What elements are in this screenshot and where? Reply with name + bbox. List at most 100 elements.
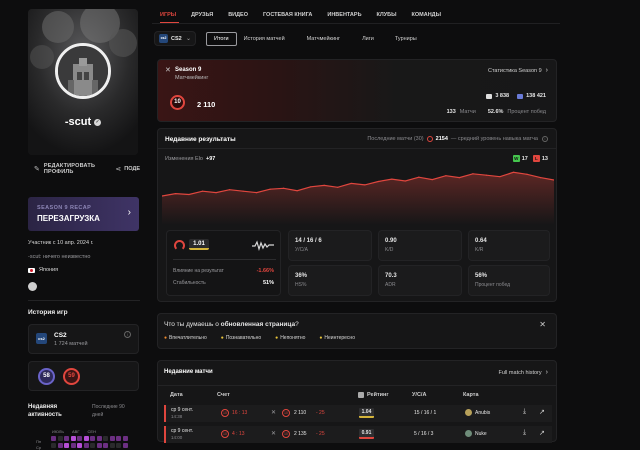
info-icon[interactable]: i bbox=[542, 136, 548, 142]
activity-cell bbox=[77, 443, 82, 448]
table-row[interactable]: ср 9 сент. 14:00 10 4 : 13 ✕ 10 2 135 - … bbox=[164, 426, 552, 443]
stat-kd-value: 0.90 bbox=[385, 238, 397, 244]
elo-point[interactable] bbox=[174, 192, 177, 195]
feedback-option-informative[interactable]: Познавательно bbox=[226, 335, 261, 341]
elo-point[interactable] bbox=[350, 182, 352, 185]
feedback-option-confusing[interactable]: Непонятно bbox=[280, 335, 305, 341]
stat-adr: 70.3 ADR bbox=[378, 265, 462, 296]
share-button[interactable]: ПОДЕ bbox=[124, 166, 140, 172]
elo-point[interactable] bbox=[269, 188, 271, 190]
elo-point[interactable] bbox=[364, 184, 366, 186]
subtab-matchmaking[interactable]: Матчмейкинг bbox=[307, 36, 340, 42]
info-icon[interactable]: i bbox=[124, 331, 131, 338]
country: Япония bbox=[39, 267, 59, 273]
download-icon[interactable]: ⤓ bbox=[523, 408, 526, 416]
season-close-icon[interactable]: ✕ bbox=[165, 66, 171, 74]
tab-guestbook[interactable]: ГОСТЕВАЯ КНИГА bbox=[263, 12, 312, 18]
tab-inventory[interactable]: ИНВЕНТАРЬ bbox=[327, 12, 361, 18]
season-stats-link[interactable]: Статистика Season 9 bbox=[488, 68, 542, 74]
game-history-cs2[interactable]: cs2 CS2 1 724 матчей i bbox=[28, 324, 139, 354]
elo-point[interactable] bbox=[539, 177, 542, 179]
stat-winrate: 56% Процент побед bbox=[468, 265, 550, 296]
activity-cell bbox=[70, 443, 76, 448]
elo-point[interactable] bbox=[485, 174, 488, 176]
elo-point[interactable] bbox=[228, 189, 231, 191]
activity-cell bbox=[90, 443, 95, 448]
map-icon bbox=[465, 409, 472, 416]
activity-months: ИЮЛЬ АВГ СЕН bbox=[52, 429, 96, 434]
tab-friends[interactable]: ДРУЗЬЯ bbox=[191, 12, 213, 18]
tab-teams[interactable]: КОМАНДЫ bbox=[412, 12, 441, 18]
activity-cell bbox=[109, 443, 115, 448]
subtab-summary[interactable]: Итоги bbox=[206, 31, 237, 46]
recent-results-title: Недавние результаты bbox=[165, 136, 236, 143]
match-score: 4 : 13 bbox=[232, 431, 245, 437]
elo-point[interactable] bbox=[256, 192, 258, 194]
season-matches-label: Матчи bbox=[459, 109, 476, 115]
level-badge-1: 58 bbox=[38, 368, 55, 385]
elo-point[interactable] bbox=[323, 184, 325, 186]
full-history-link[interactable]: Full match history bbox=[499, 370, 542, 376]
match-map: Anubis bbox=[475, 410, 491, 416]
elo-point[interactable] bbox=[391, 178, 393, 180]
elo-point[interactable] bbox=[242, 190, 244, 192]
tab-video[interactable]: ВИДЕО bbox=[228, 12, 248, 18]
table-row[interactable]: ср 9 сент. 14:38 10 16 : 13 ✕ 10 2 110 -… bbox=[164, 405, 552, 422]
elo-point[interactable] bbox=[499, 176, 501, 178]
elo-point[interactable] bbox=[512, 171, 515, 173]
stat-kda-label: У/С/А bbox=[295, 247, 308, 253]
subtab-tournaments[interactable]: Турниры bbox=[395, 36, 417, 42]
elo-point[interactable] bbox=[337, 186, 339, 188]
recent-desc-value: 2154 bbox=[435, 136, 448, 142]
wins-value: 17 bbox=[521, 155, 528, 162]
elo-point[interactable] bbox=[201, 190, 204, 192]
feedback-option-impressive[interactable]: Впечатлительно bbox=[169, 335, 207, 341]
subtab-match-history[interactable]: История матчей bbox=[244, 36, 285, 42]
avatar[interactable] bbox=[55, 43, 111, 99]
profile-name: -scut bbox=[64, 116, 92, 128]
season-title: Season 9 bbox=[175, 67, 202, 73]
match-elo-diff: - 25 bbox=[316, 431, 325, 437]
stat-kd-label: K/D bbox=[385, 247, 394, 253]
stat-b-value: 138 421 bbox=[526, 93, 546, 99]
elo-point[interactable] bbox=[472, 173, 474, 175]
elo-point[interactable] bbox=[431, 178, 433, 181]
elo-point[interactable] bbox=[526, 173, 528, 175]
elo-point[interactable] bbox=[404, 180, 406, 182]
activity-cell bbox=[51, 436, 56, 441]
stat-adr-value: 70.3 bbox=[385, 273, 397, 279]
season-recap-banner[interactable]: SEASON 9 RECAP ПЕРЕЗАГРУЗКА › bbox=[28, 197, 139, 231]
japan-flag-icon bbox=[28, 267, 35, 273]
elo-lvl-badge: 10 bbox=[282, 430, 290, 438]
elo-point[interactable] bbox=[215, 192, 217, 194]
elo-point[interactable] bbox=[377, 180, 379, 183]
elo-point[interactable] bbox=[296, 190, 298, 192]
game-history-title: История игр bbox=[28, 309, 68, 316]
season-win-label: Процент побед bbox=[507, 109, 546, 115]
elo-point[interactable] bbox=[310, 186, 312, 188]
versus-icon: ✕ bbox=[271, 431, 277, 437]
profile-sidebar: -scut ✓ ✎ РЕДАКТИРОВАТЬ ПРОФИЛЬ ⋖ ПОДЕ S… bbox=[28, 9, 140, 450]
activity-day-wed: Ср bbox=[36, 445, 42, 450]
stability-label: Стабильность bbox=[173, 280, 206, 286]
profile-banner: -scut ✓ bbox=[28, 9, 138, 155]
feedback-option-boring[interactable]: Неинтересно bbox=[324, 335, 355, 341]
download-icon[interactable]: ⤓ bbox=[523, 429, 526, 437]
elo-point[interactable] bbox=[418, 176, 420, 178]
edit-profile-button[interactable]: РЕДАКТИРОВАТЬ ПРОФИЛЬ bbox=[44, 163, 107, 175]
elo-point[interactable] bbox=[188, 193, 190, 196]
elo-point[interactable] bbox=[445, 175, 447, 177]
game-selector[interactable]: cs2 CS2 ⌄ bbox=[154, 31, 196, 46]
match-elo-diff: - 25 bbox=[316, 410, 325, 416]
activity-cell bbox=[96, 443, 102, 448]
tab-games[interactable]: ИГРЫ bbox=[160, 12, 176, 18]
external-link-icon[interactable]: ↗ bbox=[539, 429, 545, 437]
subtab-leagues[interactable]: Лиги bbox=[362, 36, 374, 42]
feedback-close-icon[interactable]: ✕ bbox=[539, 320, 546, 329]
season-elo: 2 110 bbox=[197, 100, 216, 109]
external-link-icon[interactable]: ↗ bbox=[539, 408, 545, 416]
elo-point[interactable] bbox=[283, 187, 285, 189]
tab-clubs[interactable]: КЛУБЫ bbox=[377, 12, 397, 18]
elo-point[interactable] bbox=[458, 177, 460, 179]
steam-icon[interactable] bbox=[28, 282, 37, 291]
